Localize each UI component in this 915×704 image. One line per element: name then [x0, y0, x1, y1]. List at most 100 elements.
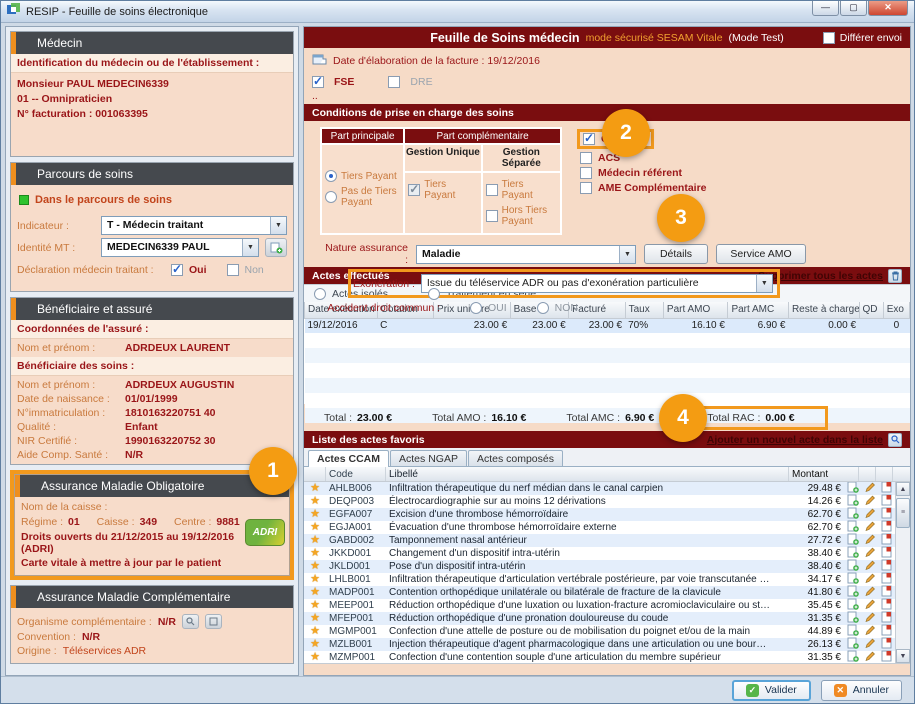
favorite-star-icon[interactable]: ★ [304, 521, 326, 534]
cmu-checkbox[interactable] [583, 133, 595, 145]
declaration-non-checkbox[interactable] [227, 264, 239, 276]
annuler-button[interactable]: ✕ Annuler [821, 680, 902, 701]
acte-row[interactable]: 19/12/2016C23.00 €23.00 €23.00 €70%16.10… [305, 318, 910, 333]
titlebar: RESIP - Feuille de soins électronique — … [1, 1, 914, 23]
gs-hors-tiers-payant-checkbox[interactable]: Hors Tiers Payant [486, 205, 557, 227]
fav-acte-row[interactable]: ★ JKLD001 Pose d'un dispositif intra-uté… [304, 560, 895, 573]
fse-checkbox[interactable] [312, 76, 324, 88]
section-medecin-header: Médecin [11, 32, 293, 54]
accident-oui-radio[interactable]: OUI [470, 302, 507, 314]
differer-envoi-checkbox[interactable] [823, 32, 835, 44]
favorite-star-icon[interactable]: ★ [304, 651, 326, 663]
section-amc: Assurance Maladie Complémentaire Organis… [10, 585, 294, 664]
fav-acte-row[interactable]: ★ MFEP001 Réduction orthopédique d'une p… [304, 612, 895, 625]
search-icon[interactable] [888, 433, 902, 447]
section-amc-header: Assurance Maladie Complémentaire [11, 586, 293, 608]
favorite-star-icon[interactable]: ★ [304, 586, 326, 599]
fav-acte-row[interactable]: ★ MZMP001 Confection d'une contention so… [304, 651, 895, 663]
scroll-thumb[interactable]: ≡ [896, 498, 910, 528]
fav-acte-row[interactable]: ★ MZLB001 Injection thérapeutique d'agen… [304, 638, 895, 651]
left-panel: Médecin Identification du médecin ou de … [5, 26, 299, 676]
fav-acte-row[interactable]: ★ JKKD001 Changement d'un dispositif int… [304, 547, 895, 560]
favorite-star-icon[interactable]: ★ [304, 638, 326, 651]
details-button[interactable]: Détails [644, 244, 708, 264]
tiers-payant-radio[interactable]: Tiers Payant [325, 170, 400, 182]
identite-mt-select[interactable]: MEDECIN6339 PAUL [101, 238, 259, 257]
tarif-acte-icon[interactable] [878, 650, 895, 664]
tiers-payant-table: Part principale Part complémentaire Tier… [320, 127, 562, 235]
tab-actes-composes[interactable]: Actes composés [468, 450, 563, 466]
empty-row [305, 363, 910, 378]
ajouter-acte-link[interactable]: Ajouter un nouvel acte dans la liste [707, 434, 883, 446]
add-acte-icon[interactable] [844, 650, 861, 664]
adri-logo[interactable]: ADRI [245, 519, 285, 546]
favorite-star-icon[interactable]: ★ [304, 625, 326, 638]
gs-tiers-payant-checkbox[interactable]: Tiers Payant [486, 179, 557, 201]
star-column-header [304, 467, 326, 481]
acs-checkbox[interactable] [580, 152, 592, 164]
favorite-star-icon[interactable]: ★ [304, 495, 326, 508]
fav-acte-row[interactable]: ★ GABD002 Tamponnement nasal antérieur 2… [304, 534, 895, 547]
minimize-button[interactable]: — [812, 1, 839, 16]
beneficiaire-row: Nom et prénom : ADRDEUX AUGUSTIN [17, 378, 287, 392]
convention-value: N/R [82, 631, 100, 643]
tab-actes-ccam[interactable]: Actes CCAM [308, 450, 389, 467]
favoris-table: Code Libellé Montant facturé ★ AHLB006 I… [304, 467, 910, 663]
tab-actes-ngap[interactable]: Actes NGAP [390, 450, 467, 466]
fav-acte-row[interactable]: ★ EGFA007 Excision d'une thrombose hémor… [304, 508, 895, 521]
favorite-star-icon[interactable]: ★ [304, 612, 326, 625]
fs-title: Feuille de Soins médecin [430, 31, 579, 45]
dre-checkbox[interactable] [388, 76, 400, 88]
fav-acte-row[interactable]: ★ DEQP003 Électrocardiographie sur au mo… [304, 495, 895, 508]
fav-acte-row[interactable]: ★ MADP001 Contention orthopédique unilat… [304, 586, 895, 599]
service-amo-button[interactable]: Service AMO [716, 244, 806, 264]
favorite-star-icon[interactable]: ★ [304, 482, 326, 495]
highlight-box-rac: Total RAC :0.00 € [694, 406, 827, 430]
fs-header: Feuille de Soins médecin mode sécurisé S… [304, 27, 910, 48]
section-parcours: Parcours de soins Dans le parcours de so… [10, 162, 294, 292]
favorite-star-icon[interactable]: ★ [304, 547, 326, 560]
gu-tiers-payant-checkbox[interactable]: Tiers Payant [408, 179, 477, 201]
exoneration-select[interactable]: Issue du téléservice ADR ou pas d'exonér… [421, 274, 773, 293]
fs-mode: mode sécurisé SESAM Vitale [586, 32, 723, 44]
highlight-box-exoneration: Exonération : Issue du téléservice ADR o… [348, 269, 780, 298]
scroll-up-icon[interactable]: ▲ [896, 482, 910, 496]
favorite-star-icon[interactable]: ★ [304, 508, 326, 521]
ame-row: AME Complémentaire [580, 182, 707, 194]
fav-acte-row[interactable]: ★ LHLB001 Infiltration thérapeutique d'a… [304, 573, 895, 586]
medecin-line: N° facturation : 001063395 [17, 107, 287, 122]
scroll-down-icon[interactable]: ▼ [896, 649, 910, 663]
accident-non-radio[interactable]: NON [537, 302, 578, 314]
maximize-button[interactable]: ▢ [840, 1, 867, 16]
amc-search-button[interactable] [182, 614, 199, 629]
close-button[interactable]: ✕ [868, 1, 908, 16]
beneficiaire-title: Bénéficiaire des soins : [11, 357, 293, 376]
favorite-star-icon[interactable]: ★ [304, 599, 326, 612]
indicateur-label: Indicateur : [17, 220, 95, 232]
favoris-scrollbar[interactable]: ▲ ≡ ▼ [895, 482, 910, 663]
nature-select[interactable]: Maladie [416, 245, 636, 264]
declaration-oui-checkbox[interactable] [171, 264, 183, 276]
medecin-subtitle: Identification du médecin ou de l'établi… [11, 54, 293, 73]
fav-acte-row[interactable]: ★ MEEP001 Réduction orthopédique d'une l… [304, 599, 895, 612]
favorite-star-icon[interactable]: ★ [304, 534, 326, 547]
edit-acte-icon[interactable] [861, 650, 878, 664]
window-title: RESIP - Feuille de soins électronique [26, 6, 208, 18]
fav-acte-row[interactable]: ★ EGJA001 Évacuation d'une thrombose hém… [304, 521, 895, 534]
indicateur-select[interactable]: T - Médecin traitant [101, 216, 287, 235]
ame-checkbox[interactable] [580, 182, 592, 194]
bottom-strip [304, 663, 910, 675]
favorite-star-icon[interactable]: ★ [304, 573, 326, 586]
valider-button[interactable]: ✓ Valider [732, 680, 811, 701]
medecin-line: 01 -- Omnipraticien [17, 92, 287, 107]
medecin-referent-checkbox[interactable] [580, 167, 592, 179]
pas-tiers-payant-radio[interactable]: Pas de Tiers Payant [325, 186, 400, 208]
favorite-star-icon[interactable]: ★ [304, 560, 326, 573]
nature-label: Nature assurance : [320, 242, 408, 266]
beneficiaire-rows: Nom et prénom : ADRDEUX AUGUSTIN Date de… [11, 376, 293, 464]
select-medecin-button[interactable] [265, 238, 287, 257]
amc-clear-button[interactable] [205, 614, 222, 629]
fav-acte-row[interactable]: ★ AHLB006 Infiltration thérapeutique du … [304, 482, 895, 495]
parcours-status: Dans le parcours de soins [35, 194, 172, 206]
fav-acte-row[interactable]: ★ MGMP001 Confection d'une attelle de po… [304, 625, 895, 638]
